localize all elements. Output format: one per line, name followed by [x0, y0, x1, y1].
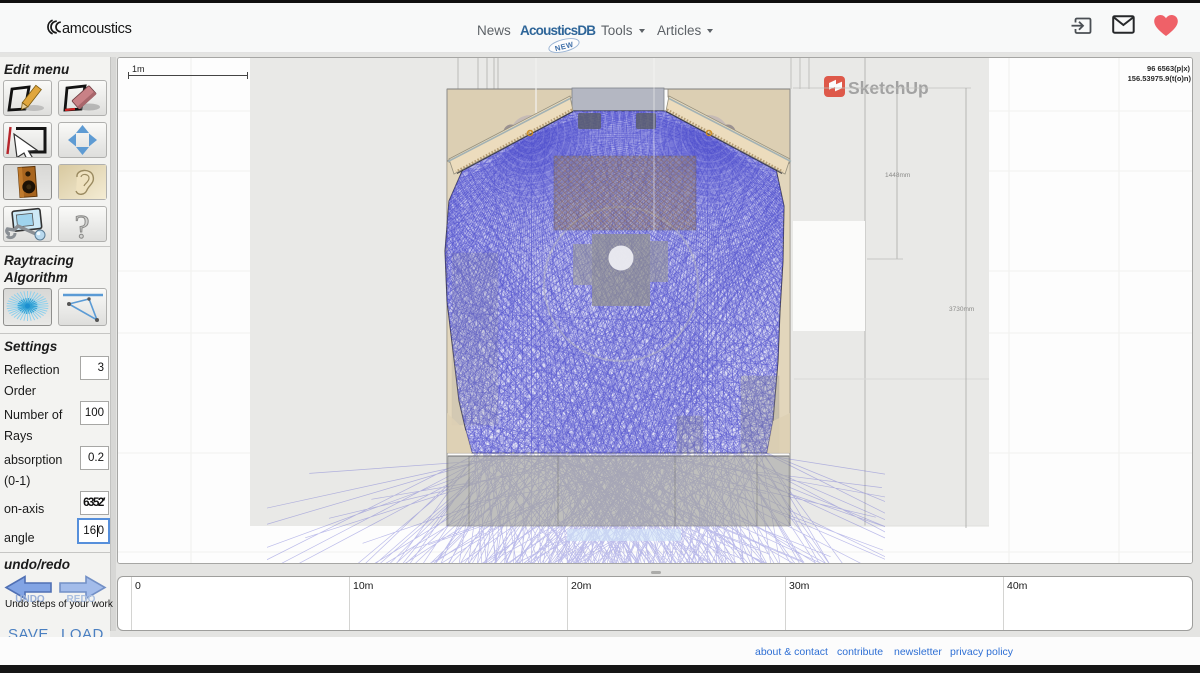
svg-text:96 6563(p|x): 96 6563(p|x): [1147, 64, 1190, 73]
svg-text:3730mm: 3730mm: [949, 306, 974, 313]
svg-text:1448mm: 1448mm: [885, 172, 910, 179]
svg-text:amcoustics: amcoustics: [62, 21, 132, 37]
svg-text:156.53975.9(t(o)n): 156.53975.9(t(o)n): [1128, 74, 1192, 83]
svg-text:?: ?: [74, 209, 89, 241]
svg-text:1m: 1m: [132, 64, 145, 74]
